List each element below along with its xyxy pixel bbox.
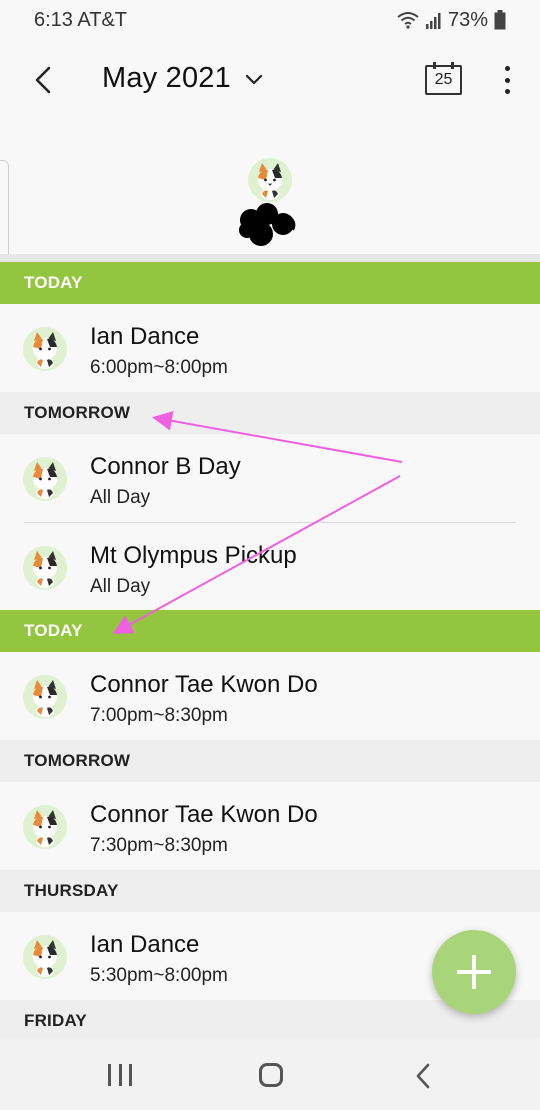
event-time: All Day xyxy=(90,576,151,597)
status-time-carrier: 6:13 AT&T xyxy=(34,8,128,31)
calico-cat-avatar-icon xyxy=(23,457,67,501)
add-event-button[interactable] xyxy=(432,930,516,1014)
section-header: TODAY xyxy=(0,610,540,652)
calico-cat-avatar-icon xyxy=(23,805,67,849)
recents-button[interactable] xyxy=(108,1064,132,1086)
status-bar: 6:13 AT&T 73% xyxy=(0,0,540,40)
more-options-button[interactable] xyxy=(498,64,516,96)
event-time: 7:00pm~8:30pm xyxy=(90,705,228,726)
home-button[interactable] xyxy=(259,1063,283,1087)
event-time: All Day xyxy=(90,487,151,508)
system-back-button[interactable] xyxy=(414,1062,432,1090)
battery-icon xyxy=(494,10,506,30)
calico-cat-avatar-icon xyxy=(23,546,67,590)
go-to-today-button[interactable]: 25 xyxy=(425,62,463,96)
event-time: 5:30pm~8:00pm xyxy=(90,965,228,986)
event-time: 6:00pm~8:00pm xyxy=(90,357,228,378)
event-item[interactable]: Connor B Day All Day xyxy=(0,434,540,522)
event-title: Connor Tae Kwon Do xyxy=(90,801,318,828)
section-header: TODAY xyxy=(0,262,540,304)
event-item[interactable]: Mt Olympus Pickup All Day xyxy=(0,523,540,610)
event-title: Connor Tae Kwon Do xyxy=(90,671,318,698)
event-item[interactable]: Connor Tae Kwon Do 7:30pm~8:30pm xyxy=(0,782,540,870)
event-time: 7:30pm~8:30pm xyxy=(90,835,228,856)
today-date-number: 25 xyxy=(434,71,453,88)
event-title: Ian Dance xyxy=(90,931,200,958)
event-title: Ian Dance xyxy=(90,323,200,350)
status-icons: 73% xyxy=(396,9,506,32)
profile-divider xyxy=(0,254,540,262)
event-item[interactable]: Connor Tae Kwon Do 7:00pm~8:30pm xyxy=(0,652,540,740)
event-title: Mt Olympus Pickup xyxy=(90,542,297,569)
event-title: Connor B Day xyxy=(90,453,241,480)
chevron-down-icon[interactable] xyxy=(243,68,265,90)
back-button[interactable] xyxy=(28,62,58,98)
app-header: May 2021 25 xyxy=(0,40,540,120)
wifi-icon xyxy=(397,12,419,29)
calico-cat-avatar-icon xyxy=(23,935,67,979)
calico-cat-avatar-icon xyxy=(23,675,67,719)
plus-icon xyxy=(457,955,491,989)
section-header: TOMORROW xyxy=(0,740,540,782)
calico-cat-avatar-icon[interactable] xyxy=(248,158,292,202)
section-header: TOMORROW xyxy=(0,392,540,434)
redacted-name-scribble xyxy=(239,203,296,246)
agenda-list: TODAY Ian Dance 6:00pm~8:00pm TOMORROW C… xyxy=(0,262,540,1042)
arrow-back-icon xyxy=(35,66,51,94)
signal-icon xyxy=(425,13,441,29)
calico-cat-avatar-icon xyxy=(23,327,67,371)
battery-percent: 73% xyxy=(447,8,488,31)
system-navigation-bar xyxy=(0,1038,540,1110)
section-header: THURSDAY xyxy=(0,870,540,912)
more-vert-icon xyxy=(504,66,510,71)
month-title[interactable]: May 2021 xyxy=(102,62,231,95)
event-item[interactable]: Ian Dance 6:00pm~8:00pm xyxy=(0,304,540,392)
